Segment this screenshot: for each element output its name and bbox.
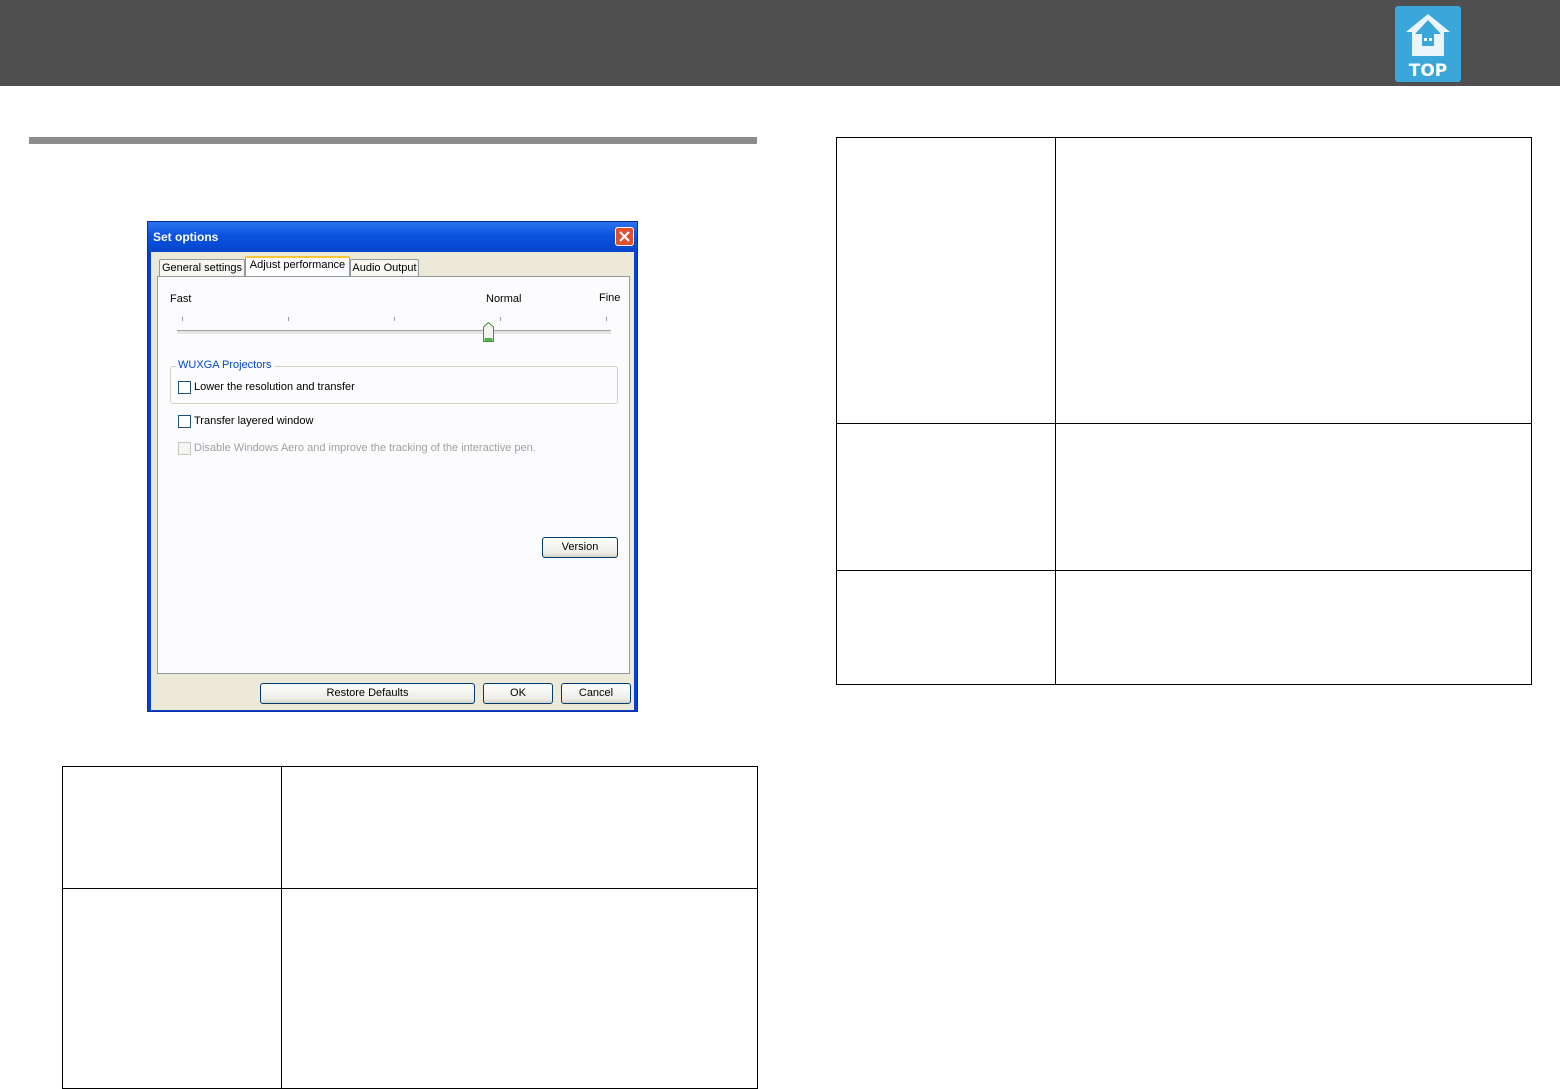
header-bar: TOP	[0, 0, 1560, 86]
slider-tick	[288, 317, 289, 321]
tab-general-settings[interactable]: General settings	[159, 259, 245, 276]
close-icon	[619, 231, 630, 242]
adjust-performance-panel: Fast Normal Fine WUXGA Projectors Lower …	[157, 276, 630, 674]
slider-thumb[interactable]	[483, 322, 494, 342]
table-cell	[282, 767, 758, 888]
tab-audio-output[interactable]: Audio Output	[350, 259, 419, 276]
slider-label-normal: Normal	[486, 293, 522, 305]
table-cell	[837, 138, 1055, 423]
table-cell	[282, 889, 758, 1089]
transfer-layered-window-checkbox[interactable]	[178, 415, 191, 428]
table-cell	[837, 424, 1055, 570]
slider-track	[177, 330, 611, 335]
table-cell	[1056, 571, 1532, 684]
slider-tick	[394, 317, 395, 321]
tab-adjust-performance[interactable]: Adjust performance	[245, 256, 350, 276]
slider-tick	[182, 317, 183, 321]
table-cell	[837, 571, 1055, 684]
close-button[interactable]	[615, 227, 634, 246]
slider-label-fine: Fine	[599, 292, 621, 304]
lower-resolution-checkbox[interactable]	[178, 381, 191, 394]
restore-defaults-button[interactable]: Restore Defaults	[260, 683, 475, 704]
transfer-layered-window-label: Transfer layered window	[194, 415, 314, 427]
house-arrow-icon	[1406, 14, 1450, 56]
top-link[interactable]: TOP	[1395, 6, 1461, 82]
table-cell	[63, 889, 281, 1089]
slider-tick	[500, 317, 501, 321]
table-cell	[63, 767, 281, 888]
dialog-titlebar[interactable]: Set options	[148, 222, 637, 252]
ok-button[interactable]: OK	[483, 683, 553, 704]
version-button[interactable]: Version	[542, 537, 618, 558]
left-table	[62, 766, 758, 1089]
section-divider	[29, 137, 757, 144]
disable-aero-label: Disable Windows Aero and improve the tra…	[194, 442, 536, 454]
wuxga-group-title: WUXGA Projectors	[176, 359, 274, 371]
right-table	[836, 137, 1532, 685]
disable-aero-checkbox[interactable]	[178, 442, 191, 455]
slider-tick	[606, 317, 607, 321]
top-logo-label: TOP	[1408, 61, 1448, 81]
table-cell	[1056, 138, 1532, 423]
lower-resolution-label: Lower the resolution and transfer	[194, 381, 355, 393]
set-options-dialog: Set options General settings Adjust perf…	[147, 221, 638, 712]
cancel-button[interactable]: Cancel	[561, 683, 631, 704]
slider-label-fast: Fast	[170, 293, 192, 305]
dialog-client-area: General settings Adjust performance Audi…	[151, 252, 634, 710]
table-cell	[1056, 424, 1532, 570]
dialog-title: Set options	[153, 230, 219, 244]
